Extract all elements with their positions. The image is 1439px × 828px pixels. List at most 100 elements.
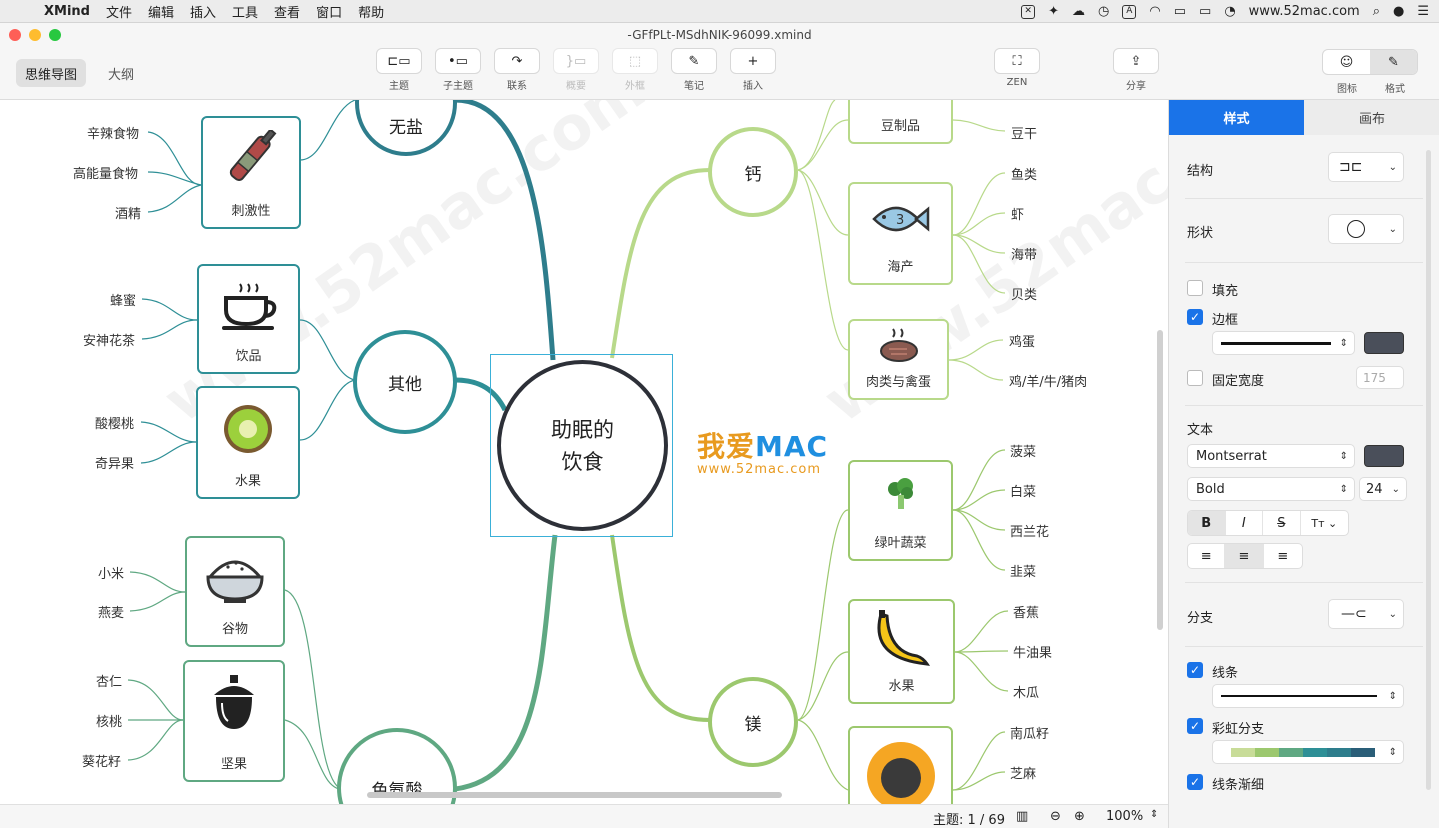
mindmap-canvas[interactable]: www.52mac.com www.52mac.com 无盐 其他 色氨酸 钙 … [0,100,1168,804]
border-style-dropdown[interactable]: ⇕ [1212,331,1355,355]
topic-calcium[interactable]: 钙 [708,127,798,217]
leaf-shellfish[interactable]: 贝类 [1011,284,1037,303]
central-topic-selection[interactable]: 助眠的 饮食 [490,354,673,537]
map-icon[interactable]: ▥ [1016,809,1028,824]
battery-icon[interactable]: ▭ [1199,4,1211,19]
pin-icon[interactable]: ✦ [1048,4,1059,19]
horizontal-scrollbar[interactable] [367,792,782,798]
rainbow-palette-dropdown[interactable]: ⇕ [1212,740,1404,764]
shape-dropdown[interactable]: ⌄ [1328,214,1404,244]
subtopic-button[interactable]: •▭ 子主题 [434,48,482,92]
card-fruit-left[interactable]: 水果 [196,386,300,499]
rainbow-checkbox[interactable]: ✓ [1187,718,1203,734]
leaf-kelp[interactable]: 海带 [1011,244,1037,263]
card-soy[interactable]: 豆制品 [848,100,953,144]
leaf-spinach[interactable]: 菠菜 [1010,441,1036,460]
leaf-kiwi[interactable]: 奇异果 [95,453,134,472]
card-seafood[interactable]: 3 海产 [848,182,953,285]
topic-other[interactable]: 其他 [353,330,457,434]
airplay-icon[interactable]: ▭ [1174,4,1186,19]
text-icon[interactable]: A [1122,4,1137,19]
leaf-avocado[interactable]: 牛油果 [1013,642,1052,661]
menu-help[interactable]: 帮助 [350,2,392,21]
font-size-dropdown[interactable]: 24 ⌄ [1359,477,1407,501]
menu-edit[interactable]: 编辑 [140,2,182,21]
text-color-swatch[interactable] [1364,445,1404,467]
zoom-out-button[interactable]: ⊖ [1050,809,1061,824]
leaf-banana[interactable]: 香蕉 [1013,602,1039,621]
leaf-herbal-tea[interactable]: 安神花茶 [83,330,135,349]
tab-style[interactable]: 样式 [1169,100,1304,135]
insert-button[interactable]: + 插入 [729,48,777,92]
leaf-cabbage[interactable]: 白菜 [1010,481,1036,500]
leaf-fish[interactable]: 鱼类 [1011,164,1037,183]
history-icon[interactable]: ◷ [1098,4,1109,19]
leaf-walnut[interactable]: 核桃 [96,711,122,730]
menu-view[interactable]: 查看 [266,2,308,21]
fixed-width-checkbox[interactable] [1187,370,1203,386]
leaf-high-energy[interactable]: 高能量食物 [73,163,138,182]
vertical-scrollbar[interactable] [1157,330,1163,630]
branch-dropdown[interactable]: —⊂ ⌄ [1328,599,1404,629]
text-case-button[interactable]: Tт ⌄ [1301,511,1348,535]
leaf-cherry[interactable]: 酸樱桃 [95,413,134,432]
zoom-level[interactable]: 100% [1106,809,1143,824]
siri-icon[interactable]: ● [1393,4,1404,19]
user-icon[interactable]: ◔ [1224,4,1235,19]
border-color-swatch[interactable] [1364,332,1404,354]
leaf-broccoli[interactable]: 西兰花 [1010,521,1049,540]
card-grain[interactable]: 谷物 [185,536,285,647]
central-topic[interactable]: 助眠的 饮食 [497,360,668,531]
leaf-papaya[interactable]: 木瓜 [1013,682,1039,701]
align-left-button[interactable]: ≡ [1188,544,1226,568]
strikethrough-button[interactable]: S [1263,511,1301,535]
smiley-icon[interactable]: ☺ [1323,50,1370,74]
boundary-button[interactable]: ⬚ 外框 [611,48,659,92]
card-fruit-right[interactable]: 水果 [848,599,955,704]
leaf-pumpkin-seed[interactable]: 南瓜籽 [1010,723,1049,742]
fixed-width-input[interactable]: 175 [1356,366,1404,389]
italic-button[interactable]: I [1226,511,1264,535]
leaf-shrimp[interactable]: 虾 [1011,204,1024,223]
zen-button[interactable]: ⛶ ZEN [993,48,1041,88]
line-style-dropdown[interactable]: ⇕ [1212,684,1404,708]
summary-button[interactable]: }▭ 概要 [552,48,600,92]
tab-outline[interactable]: 大纲 [86,59,156,87]
panel-scrollbar[interactable] [1426,150,1431,790]
control-center-icon[interactable]: ☰ [1417,4,1429,19]
leaf-honey[interactable]: 蜂蜜 [110,290,136,309]
card-greens[interactable]: 绿叶蔬菜 [848,460,953,561]
bold-button[interactable]: B [1188,511,1226,535]
zoom-chevron-icon[interactable]: ⇕ [1150,809,1158,820]
topic-magnesium[interactable]: 镁 [708,677,798,767]
font-family-dropdown[interactable]: Montserrat ⇕ [1187,444,1355,468]
leaf-egg[interactable]: 鸡蛋 [1009,331,1035,350]
line-checkbox[interactable]: ✓ [1187,662,1203,678]
taper-checkbox[interactable]: ✓ [1187,774,1203,790]
menu-window[interactable]: 窗口 [308,2,350,21]
leaf-alcohol[interactable]: 酒精 [115,203,141,222]
topic-button[interactable]: ⊏▭ 主题 [375,48,423,92]
share-button[interactable]: ⇪ 分享 [1112,48,1160,92]
tab-canvas[interactable]: 画布 [1304,100,1439,135]
leaf-dried-tofu[interactable]: 豆干 [1011,123,1037,142]
border-checkbox[interactable]: ✓ [1187,309,1203,325]
card-spicy[interactable]: 刺激性 [201,116,301,229]
card-seeds[interactable] [848,726,953,804]
relationship-button[interactable]: ↷ 联系 [493,48,541,92]
wifi-icon[interactable]: ◠ [1149,4,1160,19]
font-weight-dropdown[interactable]: Bold ⇕ [1187,477,1355,501]
ghost-icon[interactable]: ☁ [1072,4,1085,19]
fill-checkbox[interactable] [1187,280,1203,296]
spotlight-icon[interactable]: ⌕ [1373,4,1380,19]
app-menu[interactable]: XMind [40,4,98,19]
leaf-sesame[interactable]: 芝麻 [1010,763,1036,782]
zoom-in-button[interactable]: ⊕ [1074,809,1085,824]
align-right-button[interactable]: ≡ [1264,544,1302,568]
leaf-almond[interactable]: 杏仁 [96,671,122,690]
leaf-millet[interactable]: 小米 [98,563,124,582]
align-center-button[interactable]: ≡ [1225,544,1264,568]
menu-tools[interactable]: 工具 [224,2,266,21]
menu-file[interactable]: 文件 [98,2,140,21]
close-app-icon[interactable]: ✕ [1021,4,1036,19]
